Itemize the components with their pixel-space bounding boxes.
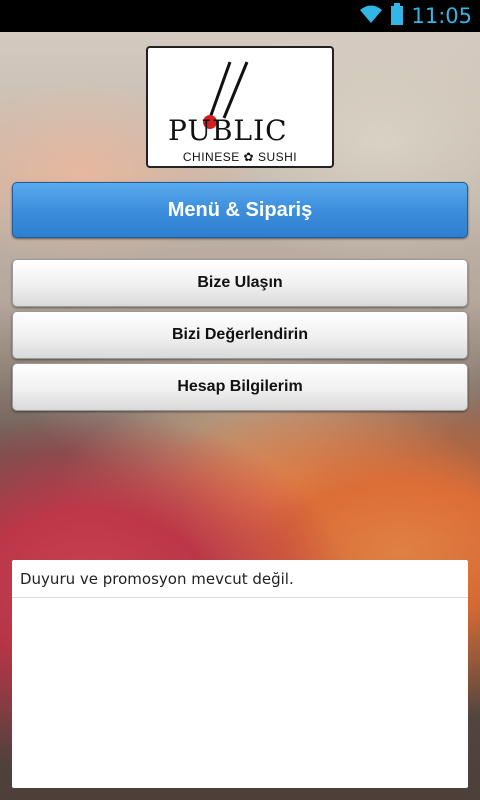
menu-order-button[interactable]: Menü & Sipariş	[12, 182, 468, 238]
brand-logo: PUBLIC CHINESE ✿ SUSHI	[146, 46, 334, 168]
announcement-panel: Duyuru ve promosyon mevcut değil.	[12, 560, 468, 788]
account-info-button[interactable]: Hesap Bilgilerim	[12, 363, 468, 411]
wifi-icon	[359, 4, 383, 28]
announcement-message: Duyuru ve promosyon mevcut değil.	[12, 560, 468, 598]
contact-us-button[interactable]: Bize Ulaşın	[12, 259, 468, 307]
chopsticks-icon	[203, 61, 249, 129]
status-clock: 11:05	[411, 4, 472, 28]
battery-icon	[391, 3, 404, 29]
rate-us-button[interactable]: Bizi Değerlendirin	[12, 311, 468, 359]
logo-subtitle: CHINESE ✿ SUSHI	[182, 150, 298, 164]
app-screen: PUBLIC CHINESE ✿ SUSHI Menü & Sipariş Bi…	[0, 32, 480, 800]
status-bar: 11:05	[0, 0, 480, 32]
logo-wordmark: PUBLIC	[168, 114, 288, 147]
